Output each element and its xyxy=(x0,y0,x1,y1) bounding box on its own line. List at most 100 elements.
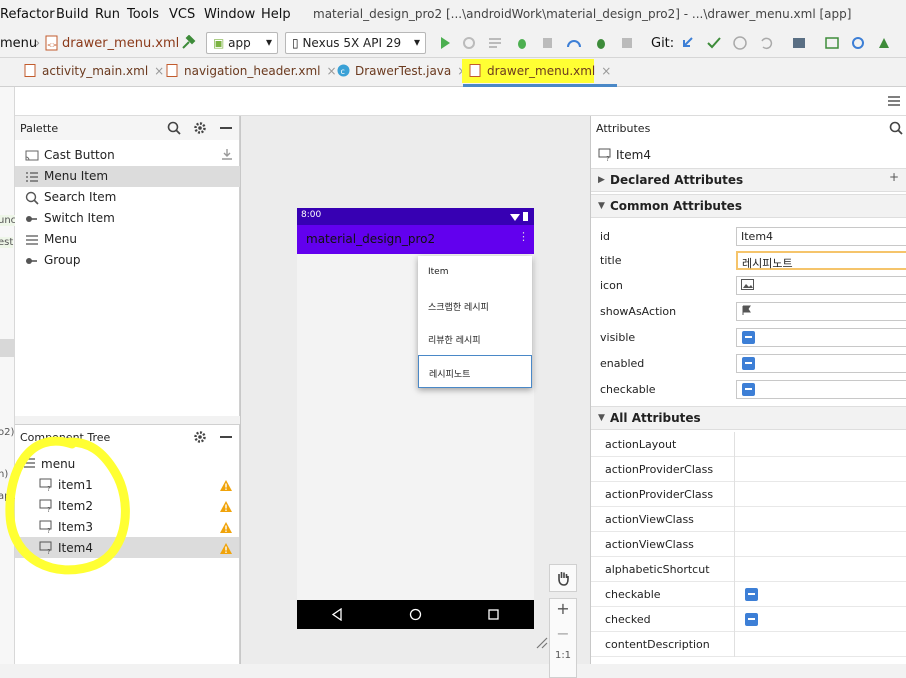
palette-item-search-item[interactable]: Search Item xyxy=(15,187,240,208)
all-attr-row[interactable]: contentDescription xyxy=(591,632,906,657)
minimize-icon[interactable] xyxy=(220,127,232,129)
palette-panel: Palette Cast Button Menu Item Search Ite… xyxy=(15,116,240,416)
tab-drawer-test[interactable]: cDrawerTest.java× xyxy=(331,58,473,87)
home-icon[interactable] xyxy=(409,608,422,621)
avd-manager-icon[interactable] xyxy=(824,35,840,51)
xml-file-icon xyxy=(166,64,178,77)
pan-button[interactable] xyxy=(549,564,577,592)
menu-run[interactable]: Run xyxy=(95,7,120,22)
show-as-action-field[interactable] xyxy=(736,302,906,321)
checkable-field[interactable] xyxy=(736,380,906,399)
all-attr-row[interactable]: actionProviderClass xyxy=(591,482,906,507)
all-attr-row[interactable]: checked xyxy=(591,607,906,632)
gear-icon[interactable] xyxy=(193,121,207,135)
sdk-manager-icon[interactable] xyxy=(876,35,892,51)
breadcrumb-root[interactable]: menu xyxy=(0,36,37,51)
attr-name: actionProviderClass xyxy=(605,463,714,476)
warning-icon[interactable] xyxy=(219,479,233,492)
enabled-field[interactable] xyxy=(736,354,906,373)
icon-field[interactable] xyxy=(736,276,906,295)
back-icon[interactable] xyxy=(331,608,343,621)
all-attr-row[interactable]: actionViewClass xyxy=(591,532,906,557)
add-attribute-icon[interactable]: + xyxy=(889,170,899,184)
debug-icon[interactable] xyxy=(514,35,530,51)
sync-gradle-icon[interactable] xyxy=(850,35,866,51)
minimize-icon[interactable] xyxy=(220,436,232,438)
tab-activity-main[interactable]: activity_main.xml × xyxy=(18,58,170,87)
breadcrumb-file[interactable]: drawer_menu.xml xyxy=(62,36,179,51)
tab-navigation-header[interactable]: navigation_header.xml × xyxy=(160,58,343,87)
stop-icon[interactable] xyxy=(619,35,635,51)
section-all-attributes[interactable]: ▼ All Attributes xyxy=(591,406,906,430)
search-icon[interactable] xyxy=(167,121,181,135)
visible-field[interactable] xyxy=(736,328,906,347)
download-icon[interactable] xyxy=(221,148,233,161)
palette-item-cast-button[interactable]: Cast Button xyxy=(15,145,240,166)
palette-item-label: Group xyxy=(44,253,81,267)
menu-help[interactable]: Help xyxy=(261,7,291,22)
zoom-in-button[interactable]: + xyxy=(549,598,577,626)
git-update-icon[interactable] xyxy=(680,35,696,51)
all-attr-row[interactable]: checkable xyxy=(591,582,906,607)
boolean-unset-icon[interactable] xyxy=(742,383,755,396)
warning-icon[interactable] xyxy=(219,542,233,555)
dropdown-item[interactable]: Item xyxy=(418,256,532,289)
recents-icon[interactable] xyxy=(488,609,499,620)
dropdown-item[interactable]: 리뷰한 레시피 xyxy=(418,322,532,355)
column-divider xyxy=(734,432,735,457)
title-field[interactable]: 레시피노트 xyxy=(736,251,906,270)
all-attr-row[interactable]: alphabeticShortcut xyxy=(591,557,906,582)
rollback-icon[interactable] xyxy=(758,35,774,51)
resize-handle-icon[interactable] xyxy=(536,636,548,650)
section-common-attributes[interactable]: ▼ Common Attributes xyxy=(591,194,906,218)
hammer-icon[interactable] xyxy=(180,35,196,51)
attr-name: alphabeticShortcut xyxy=(605,563,710,576)
warning-icon[interactable] xyxy=(219,500,233,513)
menu-vcs[interactable]: VCS xyxy=(169,7,195,22)
hamburger-icon[interactable] xyxy=(887,95,901,107)
all-attr-row[interactable]: actionProviderClass xyxy=(591,457,906,482)
gear-icon[interactable] xyxy=(193,430,207,444)
id-field[interactable]: Item4 xyxy=(736,227,906,246)
warning-icon[interactable] xyxy=(219,521,233,534)
palette-item-menu[interactable]: Menu xyxy=(15,229,240,250)
menu-build[interactable]: Build xyxy=(56,7,89,22)
attach-debugger-icon[interactable] xyxy=(540,35,556,51)
apply-changes-icon[interactable] xyxy=(461,35,477,51)
menu-window[interactable]: Window xyxy=(204,7,255,22)
all-attr-row[interactable]: actionLayout xyxy=(591,432,906,457)
profile-icon[interactable] xyxy=(566,35,582,51)
dropdown-item[interactable]: 스크랩한 레시피 xyxy=(418,289,532,322)
all-attr-row[interactable]: actionViewClass xyxy=(591,507,906,532)
phone-preview[interactable]: 8:00 material_design_pro2 ⋮ Item 스크랩한 레시… xyxy=(297,208,534,629)
boolean-unset-icon[interactable] xyxy=(745,613,758,626)
menu-refactor[interactable]: Refactor xyxy=(0,7,55,22)
project-structure-icon[interactable] xyxy=(791,35,807,51)
zoom-out-button[interactable]: − xyxy=(549,624,577,652)
bug-icon[interactable] xyxy=(593,35,609,51)
palette-item-menu-item[interactable]: Menu Item xyxy=(15,166,240,187)
boolean-unset-icon[interactable] xyxy=(742,331,755,344)
device-selector[interactable]: ▯ Nexus 5X API 29 ▾ xyxy=(285,32,426,54)
image-icon xyxy=(741,279,754,290)
git-commit-icon[interactable] xyxy=(706,35,722,51)
boolean-unset-icon[interactable] xyxy=(745,588,758,601)
close-icon[interactable]: × xyxy=(601,64,611,78)
section-declared-attributes[interactable]: ▶ Declared Attributes + xyxy=(591,168,906,192)
tab-drawer-menu[interactable]: drawer_menu.xml × xyxy=(463,58,618,87)
menu-tools[interactable]: Tools xyxy=(127,7,159,22)
overflow-menu-icon[interactable]: ⋮ xyxy=(518,230,529,243)
dropdown-item-selected[interactable]: 레시피노트 xyxy=(418,355,532,388)
list-icon[interactable] xyxy=(487,35,503,51)
history-icon[interactable] xyxy=(732,35,748,51)
boolean-unset-icon[interactable] xyxy=(742,357,755,370)
module-selector[interactable]: ▣ app ▾ xyxy=(206,32,278,54)
status-time: 8:00 xyxy=(301,210,322,220)
group-icon xyxy=(26,258,37,264)
zoom-actual-button[interactable]: 1:1 xyxy=(549,650,577,678)
search-icon[interactable] xyxy=(889,121,903,135)
attr-name: actionProviderClass xyxy=(605,488,714,501)
run-icon[interactable] xyxy=(437,35,453,51)
palette-item-group[interactable]: Group xyxy=(15,250,240,271)
palette-item-switch-item[interactable]: Switch Item xyxy=(15,208,240,229)
